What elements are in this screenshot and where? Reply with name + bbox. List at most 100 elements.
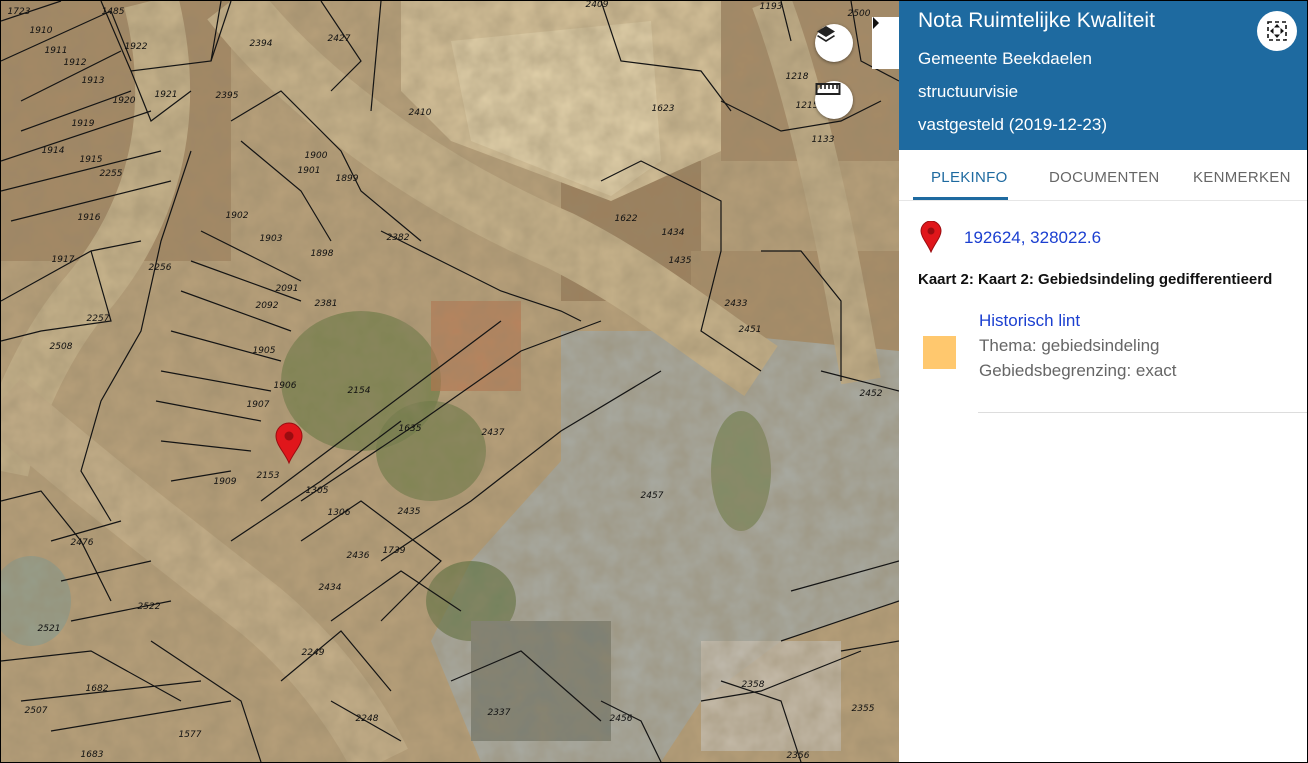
parcel-label-2249: 2249 xyxy=(302,648,325,658)
parcel-label-1911: 1911 xyxy=(45,46,68,56)
parcel-label-1306: 1306 xyxy=(328,508,351,518)
parcel-label-2395: 2395 xyxy=(216,91,239,101)
parcel-label-1907: 1907 xyxy=(247,400,270,410)
parcel-label-2356: 2356 xyxy=(787,751,810,761)
location-pin-icon xyxy=(920,221,942,253)
parcel-label-1193: 1193 xyxy=(760,2,783,12)
parcel-label-2248: 2248 xyxy=(356,714,379,724)
parcel-label-2355: 2355 xyxy=(852,704,875,714)
parcel-label-1905: 1905 xyxy=(253,346,276,356)
fullscreen-button[interactable] xyxy=(1257,11,1297,51)
parcel-label-1906: 1906 xyxy=(274,381,297,391)
parcel-label-2434: 2434 xyxy=(319,583,342,593)
parcel-label-2153: 2153 xyxy=(257,471,280,481)
parcel-label-1623: 1623 xyxy=(652,104,675,114)
parcel-label-2500: 2500 xyxy=(848,9,871,19)
parcel-label-2456: 2456 xyxy=(610,714,633,724)
parcel-label-1912: 1912 xyxy=(64,58,87,68)
layers-icon xyxy=(817,26,835,42)
parcel-label-1899: 1899 xyxy=(336,174,359,184)
map-view[interactable]: 1723 1485 1910 1911 1922 2394 2427 2409 1193 2500… xyxy=(1,1,899,762)
ruler-icon xyxy=(815,83,841,95)
tab-kenmerken[interactable]: KENMERKEN xyxy=(1193,169,1291,186)
parcel-label-2521: 2521 xyxy=(38,624,61,634)
parcel-label-1914: 1914 xyxy=(42,146,65,156)
tab-plekinfo[interactable]: PLEKINFO xyxy=(931,169,1008,186)
app-frame: 1723 1485 1910 1911 1922 2394 2427 2409 1193 2500… xyxy=(0,0,1308,763)
parcel-label-2256: 2256 xyxy=(149,263,172,273)
plan-status: vastgesteld (2019-12-23) xyxy=(918,115,1108,134)
parcel-label-1635: 1635 xyxy=(399,424,422,434)
parcel-label-1434: 1434 xyxy=(662,228,685,238)
parcel-label-1622: 1622 xyxy=(615,214,638,224)
parcel-label-2452: 2452 xyxy=(860,389,883,399)
parcel-label-2508: 2508 xyxy=(50,342,73,352)
parcel-label-1218: 1218 xyxy=(786,72,809,82)
collapse-panel-button[interactable] xyxy=(872,17,899,69)
parcel-label-2091: 2091 xyxy=(276,284,299,294)
parcel-label-1919: 1919 xyxy=(72,119,95,129)
parcel-label-2437: 2437 xyxy=(482,428,505,438)
parcel-label-1922: 1922 xyxy=(125,42,148,52)
parcel-label-2476: 2476 xyxy=(71,538,94,548)
parcel-label-1917: 1917 xyxy=(52,255,75,265)
parcel-label-1485: 1485 xyxy=(102,7,125,17)
tab-documenten[interactable]: DOCUMENTEN xyxy=(1049,169,1160,186)
parcel-label-2381: 2381 xyxy=(315,299,338,309)
parcel-label-1901: 1901 xyxy=(298,166,321,176)
parcel-label-2382: 2382 xyxy=(387,233,410,243)
parcel-label-1909: 1909 xyxy=(214,477,237,487)
parcel-label-2457: 2457 xyxy=(641,491,664,501)
parcel-label-1577: 1577 xyxy=(179,730,202,740)
parcel-label-1916: 1916 xyxy=(78,213,101,223)
plan-title: Nota Ruimtelijke Kwaliteit xyxy=(918,9,1155,32)
parcel-label-2410: 2410 xyxy=(409,108,432,118)
tab-bar: PLEKINFO DOCUMENTEN KENMERKEN xyxy=(899,150,1307,201)
parcel-label-1900: 1900 xyxy=(305,151,328,161)
plan-type: structuurvisie xyxy=(918,82,1019,101)
parcel-label-2154: 2154 xyxy=(348,386,371,396)
feature-theme: Thema: gebiedsindeling xyxy=(979,336,1160,355)
parcel-label-2337: 2337 xyxy=(488,708,511,718)
parcel-label-1921: 1921 xyxy=(155,90,178,100)
info-panel: Nota Ruimtelijke Kwaliteit Gemeente Beek… xyxy=(899,1,1307,762)
aerial-map[interactable]: 1723 1485 1910 1911 1922 2394 2427 2409 1193 2500… xyxy=(1,1,899,762)
parcel-label-2436: 2436 xyxy=(347,551,370,561)
parcel-label-2427: 2427 xyxy=(328,34,351,44)
parcel-label-2255: 2255 xyxy=(100,169,123,179)
parcel-label-1682: 1682 xyxy=(86,684,109,694)
feature-boundary: Gebiedsbegrenzing: exact xyxy=(979,361,1177,380)
chevron-right-icon xyxy=(873,17,879,29)
layers-button[interactable] xyxy=(815,24,853,62)
parcel-label-1920: 1920 xyxy=(113,96,136,106)
parcel-label-2507: 2507 xyxy=(25,706,48,716)
municipality: Gemeente Beekdaelen xyxy=(918,49,1092,68)
parcel-label-2257: 2257 xyxy=(87,314,110,324)
parcel-label-1133: 1133 xyxy=(812,135,835,145)
parcel-label-1683: 1683 xyxy=(81,750,104,760)
parcel-label-2433: 2433 xyxy=(725,299,748,309)
parcel-label-1910: 1910 xyxy=(30,26,53,36)
parcel-label-1915: 1915 xyxy=(80,155,103,165)
parcel-label-1902: 1902 xyxy=(226,211,249,221)
parcel-label-2394: 2394 xyxy=(250,39,273,49)
legend-swatch xyxy=(923,336,956,369)
measure-button[interactable] xyxy=(815,81,853,119)
map-layer-title: Kaart 2: Kaart 2: Gebiedsindeling gediff… xyxy=(918,271,1273,288)
parcel-label-1898: 1898 xyxy=(311,249,334,259)
coordinates-readout: 192624, 328022.6 xyxy=(964,228,1102,247)
parcel-label-1913: 1913 xyxy=(82,76,105,86)
parcel-label-2522: 2522 xyxy=(138,602,161,612)
parcel-label-1739: 1739 xyxy=(383,546,406,556)
parcel-label-1723: 1723 xyxy=(8,7,31,17)
parcel-label-2358: 2358 xyxy=(742,680,765,690)
panel-header: Nota Ruimtelijke Kwaliteit Gemeente Beek… xyxy=(899,1,1307,150)
parcel-label-1903: 1903 xyxy=(260,234,283,244)
feature-link[interactable]: Historisch lint xyxy=(979,311,1080,331)
active-tab-indicator xyxy=(913,197,1008,200)
parcel-label-2451: 2451 xyxy=(739,325,762,335)
parcel-label-2435: 2435 xyxy=(398,507,421,517)
divider xyxy=(978,412,1307,413)
parcel-label-1305: 1305 xyxy=(306,486,329,496)
parcel-label-2409: 2409 xyxy=(586,1,609,10)
